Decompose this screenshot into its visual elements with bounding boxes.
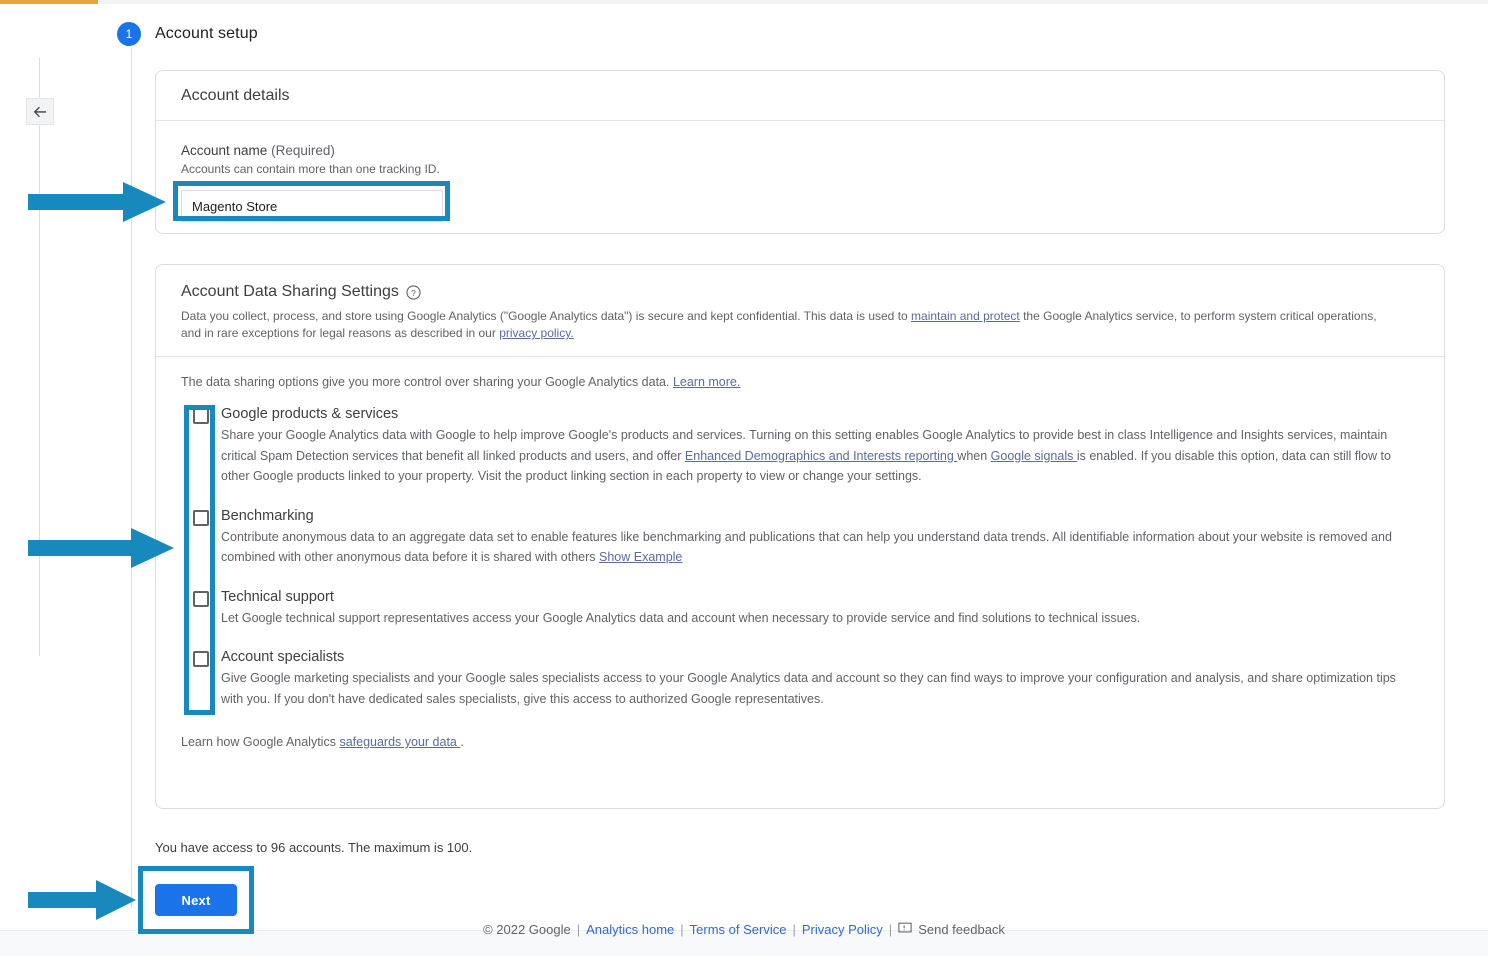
data-sharing-body: The data sharing options give you more c… [156,357,1444,709]
send-feedback-label: Send feedback [918,922,1005,937]
option-label: Account specialists [221,648,1419,666]
option-google-products-services: Google products & services Share your Go… [181,405,1419,487]
data-sharing-desc-part1: Data you collect, process, and store usi… [181,309,911,323]
step-header: 1 Account setup [117,22,258,46]
data-sharing-description: Data you collect, process, and store usi… [181,308,1381,342]
learn-more-link[interactable]: Learn more. [673,375,740,389]
progress-bar-fill [0,0,98,4]
option-label: Google products & services [221,405,1419,423]
account-name-label: Account name (Required) [181,143,1419,158]
send-feedback-button[interactable]: Send feedback [898,921,1005,938]
enhanced-demographics-link[interactable]: Enhanced Demographics and Interests repo… [685,449,957,463]
annotation-arrow-account-name [28,182,168,222]
options-intro-text: The data sharing options give you more c… [181,375,673,389]
option-description: Let Google technical support representat… [221,608,1419,629]
account-details-card-body: Account name (Required) Accounts can con… [156,121,1444,222]
option-technical-support: Technical support Let Google technical s… [181,588,1419,629]
progress-bar [0,0,1488,4]
svg-text:?: ? [411,287,416,297]
safeguards-your-data-link[interactable]: safeguards your data [339,735,460,749]
footer-separator: | [792,922,795,937]
google-signals-link[interactable]: Google signals [991,449,1077,463]
page-title: Account setup [155,25,258,43]
option-description: Contribute anonymous data to an aggregat… [221,527,1419,568]
footer-separator: | [577,922,580,937]
footer: © 2022 Google | Analytics home | Terms o… [0,930,1488,956]
back-button[interactable] [26,98,54,125]
checkbox-technical-support[interactable] [193,591,209,607]
stepper-rail-main [131,48,132,908]
safeguards-row: Learn how Google Analytics safeguards yo… [156,729,1444,749]
footer-analytics-home-link[interactable]: Analytics home [586,922,674,937]
account-details-card: Account details Account name (Required) … [155,70,1445,234]
show-example-link[interactable]: Show Example [599,550,682,564]
option-label: Technical support [221,588,1419,606]
account-name-required-text: (Required) [271,143,335,158]
checkbox-account-specialists[interactable] [193,651,209,667]
footer-separator: | [889,922,892,937]
option-desc-part2: when [957,449,990,463]
question-mark-circle-icon[interactable]: ? [406,285,421,300]
footer-separator: | [680,922,683,937]
step-number: 1 [117,22,141,46]
footer-terms-link[interactable]: Terms of Service [690,922,787,937]
checkbox-google-products-services[interactable] [193,408,209,424]
footer-privacy-link[interactable]: Privacy Policy [802,922,883,937]
option-label: Benchmarking [221,507,1419,525]
account-limit-text: You have access to 96 accounts. The maxi… [155,840,472,855]
data-sharing-options-intro: The data sharing options give you more c… [181,375,1419,389]
annotation-arrow-checkboxes [28,528,176,568]
safeguards-prefix: Learn how Google Analytics [181,735,339,749]
footer-copyright: © 2022 Google [483,922,571,937]
checkbox-benchmarking[interactable] [193,510,209,526]
annotation-arrow-next-button [28,880,138,920]
account-name-label-text: Account name [181,143,267,158]
data-sharing-title-row: Account Data Sharing Settings ? [181,283,1419,301]
account-name-help-text: Accounts can contain more than one track… [181,162,1419,176]
option-account-specialists: Account specialists Give Google marketin… [181,648,1419,709]
safeguards-suffix: . [460,735,463,749]
option-description: Give Google marketing specialists and yo… [221,668,1419,709]
stepper-rail-left [39,58,40,656]
data-sharing-title: Account Data Sharing Settings [181,283,399,301]
maintain-and-protect-link[interactable]: maintain and protect [911,309,1020,323]
next-button[interactable]: Next [155,884,237,916]
account-name-input[interactable] [181,190,443,222]
footer-links: © 2022 Google | Analytics home | Terms o… [0,921,1488,938]
option-description: Share your Google Analytics data with Go… [221,425,1419,487]
feedback-icon [898,921,912,938]
arrow-left-icon [31,103,49,121]
option-benchmarking: Benchmarking Contribute anonymous data t… [181,507,1419,568]
data-sharing-header: Account Data Sharing Settings ? Data you… [156,265,1444,357]
option-desc-part1: Contribute anonymous data to an aggregat… [221,530,1392,565]
account-details-card-title: Account details [156,71,1444,121]
privacy-policy-link[interactable]: privacy policy. [499,326,573,340]
data-sharing-card: Account Data Sharing Settings ? Data you… [155,264,1445,809]
